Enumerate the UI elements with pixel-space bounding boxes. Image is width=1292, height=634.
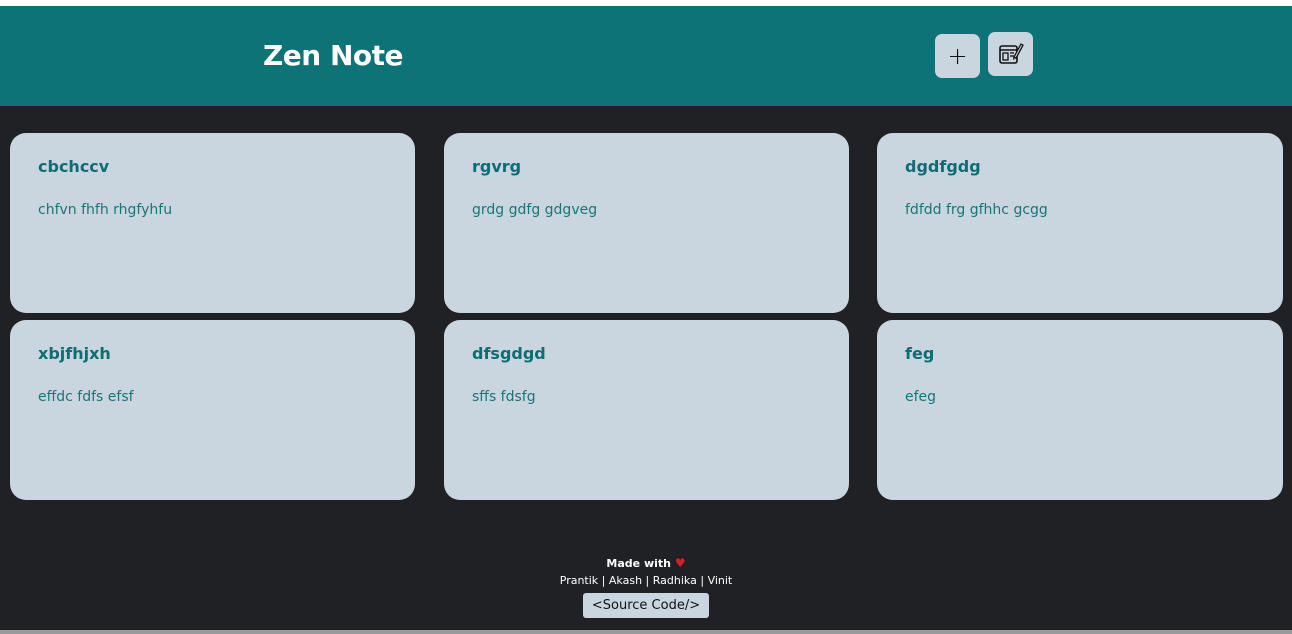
- note-card[interactable]: rgvrg grdg gdfg gdgveg: [444, 133, 849, 313]
- note-title: rgvrg: [472, 157, 522, 176]
- note-card[interactable]: dgdfgdg fdfdd frg gfhhc gcgg: [877, 133, 1283, 313]
- separator: |: [700, 574, 705, 587]
- note-title: dgdfgdg: [905, 157, 981, 176]
- author-link[interactable]: Akash: [609, 574, 642, 587]
- app-title: Zen Note: [263, 39, 404, 72]
- add-note-button[interactable]: +: [935, 34, 980, 78]
- note-body: chfvn fhfh rhgfyhfu: [38, 202, 173, 218]
- note-body: effdc fdfs efsf: [38, 389, 134, 405]
- author-link[interactable]: Prantik: [560, 574, 598, 587]
- app-header: Zen Note +: [0, 6, 1292, 106]
- note-title: feg: [905, 344, 935, 363]
- author-link[interactable]: Vinit: [708, 574, 733, 587]
- author-link[interactable]: Radhika: [653, 574, 697, 587]
- note-title: xbjfhjxh: [38, 344, 111, 363]
- made-with-text: Made with: [606, 557, 671, 570]
- note-body: efeg: [905, 389, 937, 405]
- note-body: fdfdd frg gfhhc gcgg: [905, 202, 1048, 218]
- note-title: dfsgdgd: [472, 344, 546, 363]
- note-card[interactable]: dfsgdgd sffs fdsfg: [444, 320, 849, 500]
- notepad-pencil-icon: [998, 43, 1024, 64]
- authors-line: Prantik | Akash | Radhika | Vinit: [0, 573, 1292, 589]
- note-card[interactable]: xbjfhjxh effdc fdfs efsf: [10, 320, 415, 500]
- note-card[interactable]: cbchccv chfvn fhfh rhgfyhfu: [10, 133, 415, 313]
- note-card[interactable]: feg efeg: [877, 320, 1283, 500]
- note-body: sffs fdsfg: [472, 389, 536, 405]
- bottom-strip: [0, 630, 1292, 634]
- note-title: cbchccv: [38, 157, 110, 176]
- edit-notes-button[interactable]: [988, 32, 1033, 76]
- separator: |: [645, 574, 650, 587]
- footer: Made with ♥ Prantik | Akash | Radhika | …: [0, 555, 1292, 618]
- heart-icon: ♥: [674, 556, 686, 570]
- separator: |: [601, 574, 606, 587]
- source-code-button[interactable]: <Source Code/>: [582, 593, 710, 618]
- add-button-label: +: [947, 42, 968, 70]
- note-body: grdg gdfg gdgveg: [472, 202, 598, 218]
- made-with-line: Made with ♥: [0, 555, 1292, 572]
